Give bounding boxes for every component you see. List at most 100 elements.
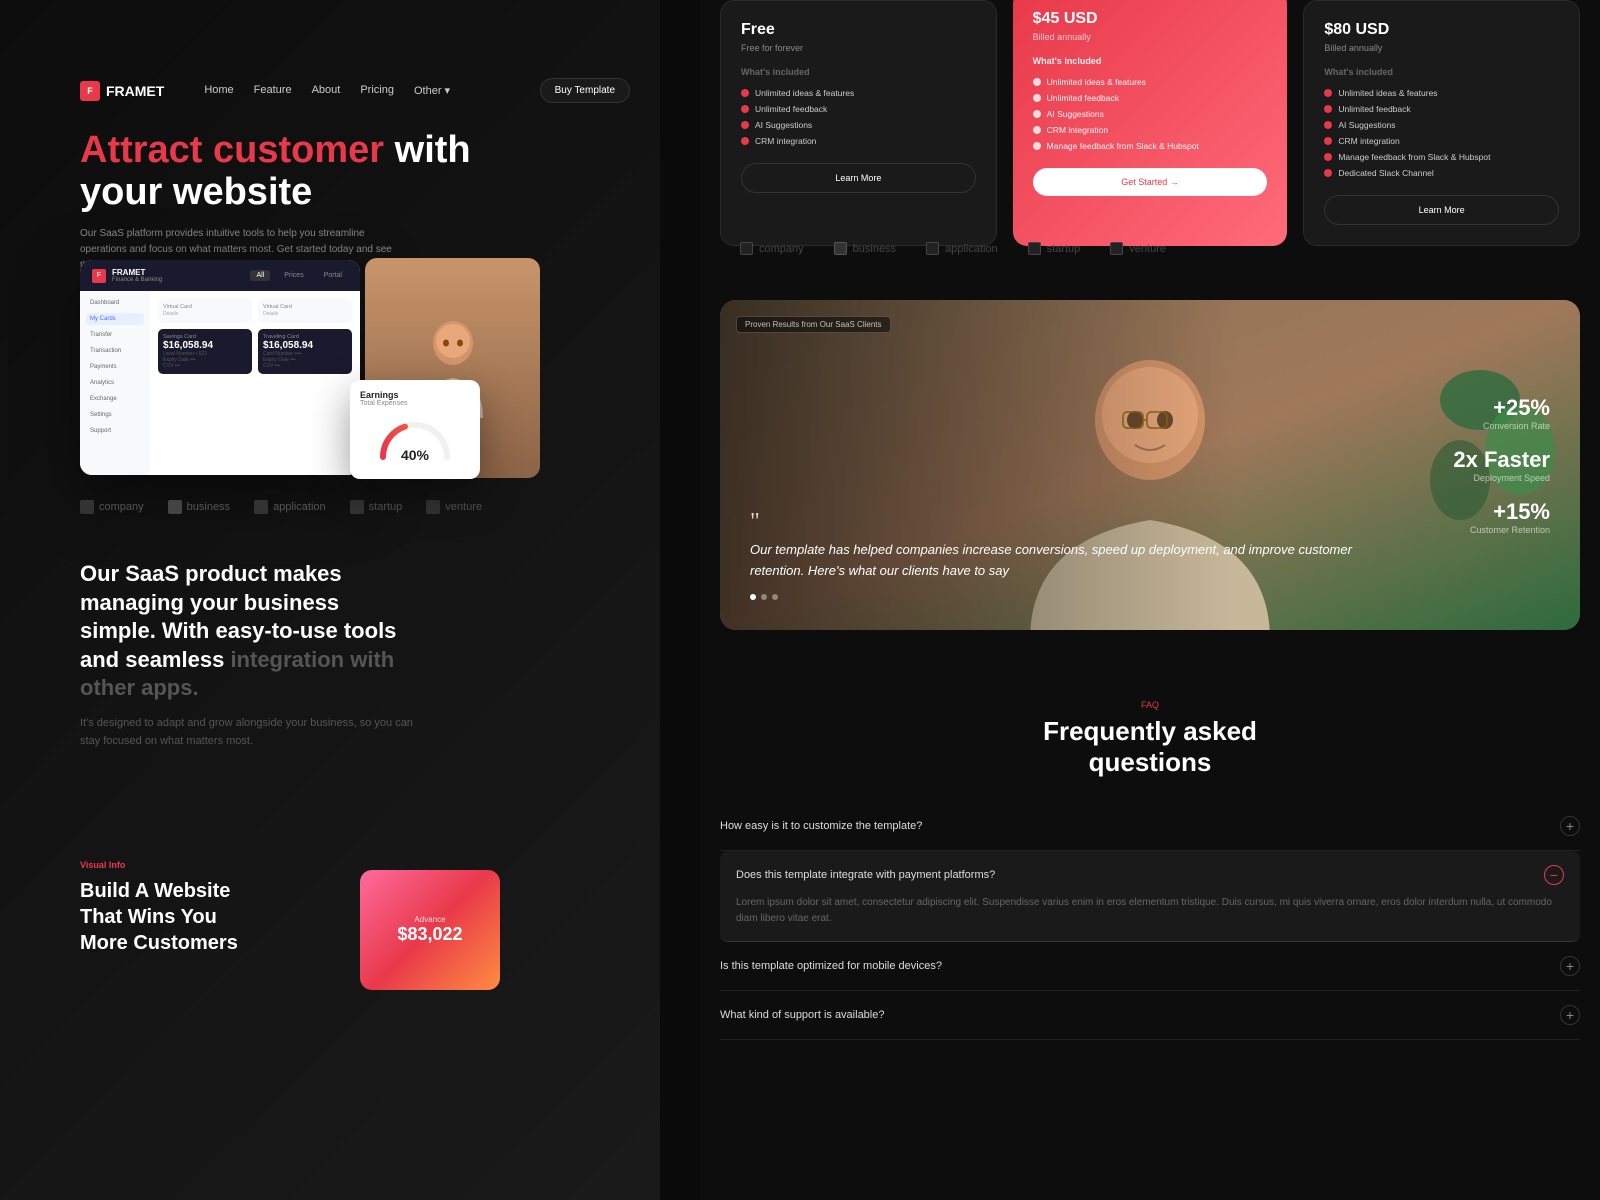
whats-included-80: What's included	[1324, 67, 1559, 77]
sidebar-item-transaction[interactable]: Transaction	[86, 345, 144, 357]
feature-label: Manage feedback from Slack & Hubspot	[1338, 152, 1490, 162]
dashboard-nav: All Prices Portal	[250, 270, 348, 281]
earnings-card: Earnings Total Expenses 40%	[350, 380, 480, 479]
brand-venture-label: venture	[445, 501, 482, 513]
quote-mark: "	[750, 509, 1380, 536]
sidebar-item-cards[interactable]: My Cards	[86, 313, 144, 325]
build-section: Visual Info Build A WebsiteThat Wins You…	[80, 860, 630, 956]
faq-question-4[interactable]: What kind of support is available? +	[720, 1005, 1580, 1025]
feature-list-45: Unlimited ideas & features Unlimited fee…	[1033, 74, 1268, 154]
sidebar-item-payments[interactable]: Payments	[86, 361, 144, 373]
feature-item: AI Suggestions	[741, 117, 976, 133]
card-label-1: Virtual Card	[163, 304, 247, 310]
feature-label: CRM integration	[1338, 136, 1399, 146]
faq-question-2[interactable]: Does this template integrate with paymen…	[736, 865, 1564, 885]
nav-home[interactable]: Home	[204, 84, 233, 97]
faq-item-2: Does this template integrate with paymen…	[720, 851, 1580, 942]
brand-business: business	[168, 500, 230, 514]
feature-dot	[1033, 110, 1041, 118]
brand-business-icon	[168, 500, 182, 514]
sidebar-item-support[interactable]: Support	[86, 425, 144, 437]
feature-item: Dedicated Slack Channel	[1324, 165, 1559, 181]
nav-about[interactable]: About	[312, 84, 341, 97]
brand-right-venture-label: venture	[1129, 243, 1166, 255]
buy-template-button[interactable]: Buy Template	[540, 78, 630, 103]
feature-label: CRM integration	[1047, 125, 1108, 135]
brand-right-venture: venture	[1110, 242, 1166, 255]
feature-item: Unlimited ideas & features	[1033, 74, 1268, 90]
sidebar-item-transfer[interactable]: Transfer	[86, 329, 144, 341]
dot-1[interactable]	[750, 594, 756, 600]
faq-icon-2[interactable]: −	[1544, 865, 1564, 885]
brand-company-icon	[80, 500, 94, 514]
stat-deployment-value: 2x Faster	[1453, 447, 1550, 473]
price-btn-80[interactable]: Learn More	[1324, 195, 1559, 225]
feature-dot	[741, 105, 749, 113]
feature-dot	[1324, 121, 1332, 129]
pricing-card-80: $80 USD Billed annually What's included …	[1303, 0, 1580, 246]
stats-panel: +25% Conversion Rate 2x Faster Deploymen…	[1453, 330, 1550, 600]
feature-item: CRM integration	[1324, 133, 1559, 149]
build-tag: Visual Info	[80, 860, 630, 870]
faq-question-3[interactable]: Is this template optimized for mobile de…	[720, 956, 1580, 976]
brand-company: company	[80, 500, 144, 514]
whats-included-free: What's included	[741, 67, 976, 77]
feature-dot	[1324, 137, 1332, 145]
savings-value: $16,058.94	[163, 340, 247, 351]
dashboard-tab-all[interactable]: All	[250, 270, 270, 281]
brands-row-left: company business application startup ven…	[80, 500, 482, 514]
card-label-2: Virtual Card	[263, 304, 347, 310]
logo[interactable]: F FRAMET	[80, 81, 164, 101]
dot-2[interactable]	[761, 594, 767, 600]
feature-dot	[1033, 78, 1041, 86]
feature-label: Unlimited ideas & features	[755, 88, 854, 98]
dot-3[interactable]	[772, 594, 778, 600]
stat-deployment: 2x Faster Deployment Speed	[1453, 447, 1550, 483]
feature-item: AI Suggestions	[1033, 106, 1268, 122]
feature-item: Unlimited ideas & features	[741, 85, 976, 101]
sidebar-item-exchange[interactable]: Exchange	[86, 393, 144, 405]
feature-label: AI Suggestions	[1047, 109, 1104, 119]
feature-dot	[1033, 126, 1041, 134]
brand-right-business-label: business	[853, 243, 896, 255]
brand-startup-label: startup	[369, 501, 403, 513]
testimonial-tag: Proven Results from Our SaaS Clients	[736, 316, 891, 333]
faq-section: FAQ Frequently askedquestions How easy i…	[720, 700, 1580, 1040]
sidebar-item-settings[interactable]: Settings	[86, 409, 144, 421]
dashboard-tab-portal[interactable]: Portal	[318, 270, 348, 281]
testimonial-background: Proven Results from Our SaaS Clients " O…	[720, 300, 1580, 630]
brands-row-right: company business application startup ven…	[720, 242, 1580, 255]
brand-application-icon	[254, 500, 268, 514]
left-panel: F FRAMET Home Feature About Pricing Othe…	[0, 0, 660, 1200]
sidebar-item-analytics[interactable]: Analytics	[86, 377, 144, 389]
testimonial-content: " Our template has helped companies incr…	[750, 509, 1380, 600]
brand-right-startup-label: startup	[1047, 243, 1081, 255]
feature-item: CRM integration	[1033, 122, 1268, 138]
faq-icon-4[interactable]: +	[1560, 1005, 1580, 1025]
faq-q-text-2: Does this template integrate with paymen…	[736, 869, 995, 881]
nav-pricing[interactable]: Pricing	[360, 84, 394, 97]
right-panel: Free Free for forever What's included Un…	[700, 0, 1600, 1200]
nav-other[interactable]: Other	[414, 84, 450, 97]
feature-list-free: Unlimited ideas & features Unlimited fee…	[741, 85, 976, 149]
stat-retention: +15% Customer Retention	[1453, 499, 1550, 535]
sidebar-item-dashboard[interactable]: Dashboard	[86, 297, 144, 309]
price-btn-45[interactable]: Get Started →	[1033, 168, 1268, 196]
faq-question-1[interactable]: How easy is it to customize the template…	[720, 816, 1580, 836]
feature-item: Manage feedback from Slack & Hubspot	[1324, 149, 1559, 165]
faq-icon-3[interactable]: +	[1560, 956, 1580, 976]
dash-cards-row: Virtual Card Details Virtual Card Detail…	[158, 299, 352, 323]
feature-item: Unlimited feedback	[1324, 101, 1559, 117]
price-desc-80: Billed annually	[1324, 43, 1559, 53]
brand-business-label: business	[187, 501, 230, 513]
feature-dot	[1033, 94, 1041, 102]
price-tier-80: $80 USD	[1324, 21, 1559, 39]
faq-icon-1[interactable]: +	[1560, 816, 1580, 836]
brand-right-application-label: application	[945, 243, 998, 255]
dashboard-tab-prices[interactable]: Prices	[278, 270, 309, 281]
price-btn-free[interactable]: Learn More	[741, 163, 976, 193]
brand-startup-icon	[350, 500, 364, 514]
nav-feature[interactable]: Feature	[254, 84, 292, 97]
feature-label: Dedicated Slack Channel	[1338, 168, 1433, 178]
brand-company-label: company	[99, 501, 144, 513]
